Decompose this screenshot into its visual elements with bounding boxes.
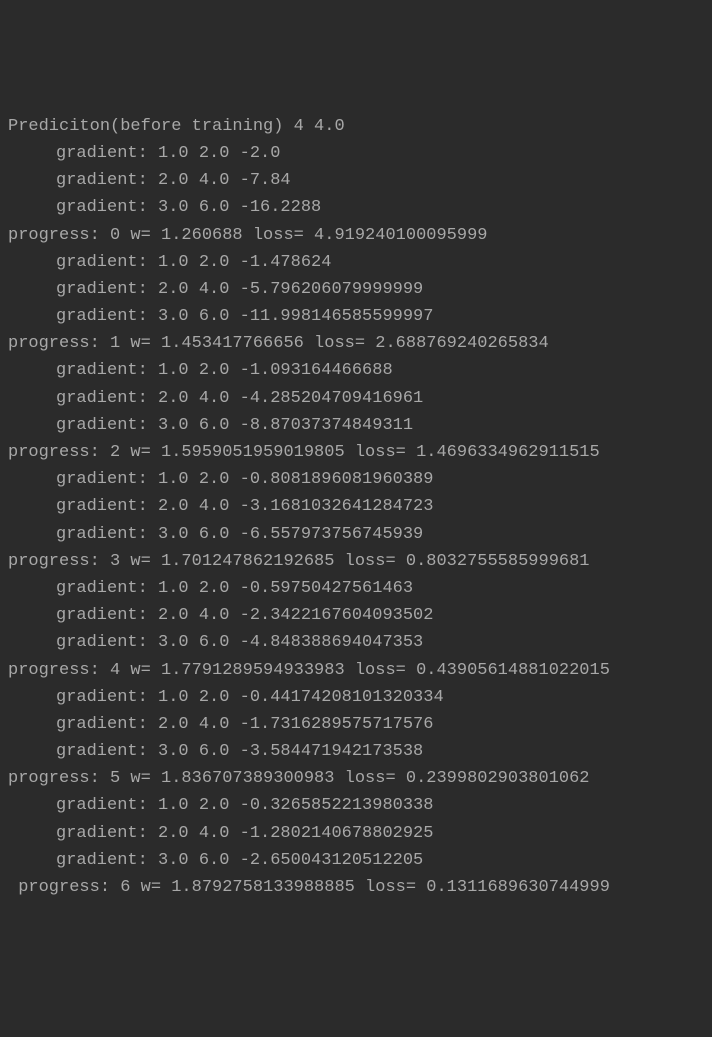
gradient-line: gradient: 2.0 4.0 -1.7316289575717576 bbox=[8, 711, 704, 738]
gradient-line: gradient: 1.0 2.0 -1.093164466688 bbox=[8, 357, 704, 384]
gradient-line: gradient: 3.0 6.0 -8.87037374849311 bbox=[8, 412, 704, 439]
gradient-line: gradient: 2.0 4.0 -4.285204709416961 bbox=[8, 385, 704, 412]
progress-line: progress: 6 w= 1.8792758133988885 loss= … bbox=[8, 874, 704, 901]
progress-line: progress: 3 w= 1.701247862192685 loss= 0… bbox=[8, 548, 704, 575]
progress-line: progress: 2 w= 1.5959051959019805 loss= … bbox=[8, 439, 704, 466]
progress-line: progress: 0 w= 1.260688 loss= 4.91924010… bbox=[8, 222, 704, 249]
gradient-line: gradient: 2.0 4.0 -5.796206079999999 bbox=[8, 276, 704, 303]
terminal-output: Prediciton(before training) 4 4.0gradien… bbox=[8, 113, 704, 901]
gradient-line: gradient: 3.0 6.0 -6.557973756745939 bbox=[8, 521, 704, 548]
gradient-line: gradient: 1.0 2.0 -0.8081896081960389 bbox=[8, 466, 704, 493]
gradient-line: gradient: 3.0 6.0 -16.2288 bbox=[8, 194, 704, 221]
gradient-line: gradient: 1.0 2.0 -1.478624 bbox=[8, 249, 704, 276]
gradient-line: gradient: 2.0 4.0 -2.3422167604093502 bbox=[8, 602, 704, 629]
gradient-line: gradient: 3.0 6.0 -2.650043120512205 bbox=[8, 847, 704, 874]
progress-line: Prediciton(before training) 4 4.0 bbox=[8, 113, 704, 140]
gradient-line: gradient: 2.0 4.0 -7.84 bbox=[8, 167, 704, 194]
gradient-line: gradient: 2.0 4.0 -3.1681032641284723 bbox=[8, 493, 704, 520]
progress-line: progress: 4 w= 1.7791289594933983 loss= … bbox=[8, 657, 704, 684]
progress-line: progress: 5 w= 1.836707389300983 loss= 0… bbox=[8, 765, 704, 792]
gradient-line: gradient: 1.0 2.0 -2.0 bbox=[8, 140, 704, 167]
gradient-line: gradient: 3.0 6.0 -3.584471942173538 bbox=[8, 738, 704, 765]
gradient-line: gradient: 2.0 4.0 -1.2802140678802925 bbox=[8, 820, 704, 847]
gradient-line: gradient: 1.0 2.0 -0.3265852213980338 bbox=[8, 792, 704, 819]
gradient-line: gradient: 1.0 2.0 -0.59750427561463 bbox=[8, 575, 704, 602]
gradient-line: gradient: 1.0 2.0 -0.44174208101320334 bbox=[8, 684, 704, 711]
gradient-line: gradient: 3.0 6.0 -11.998146585599997 bbox=[8, 303, 704, 330]
gradient-line: gradient: 3.0 6.0 -4.848388694047353 bbox=[8, 629, 704, 656]
progress-line: progress: 1 w= 1.453417766656 loss= 2.68… bbox=[8, 330, 704, 357]
